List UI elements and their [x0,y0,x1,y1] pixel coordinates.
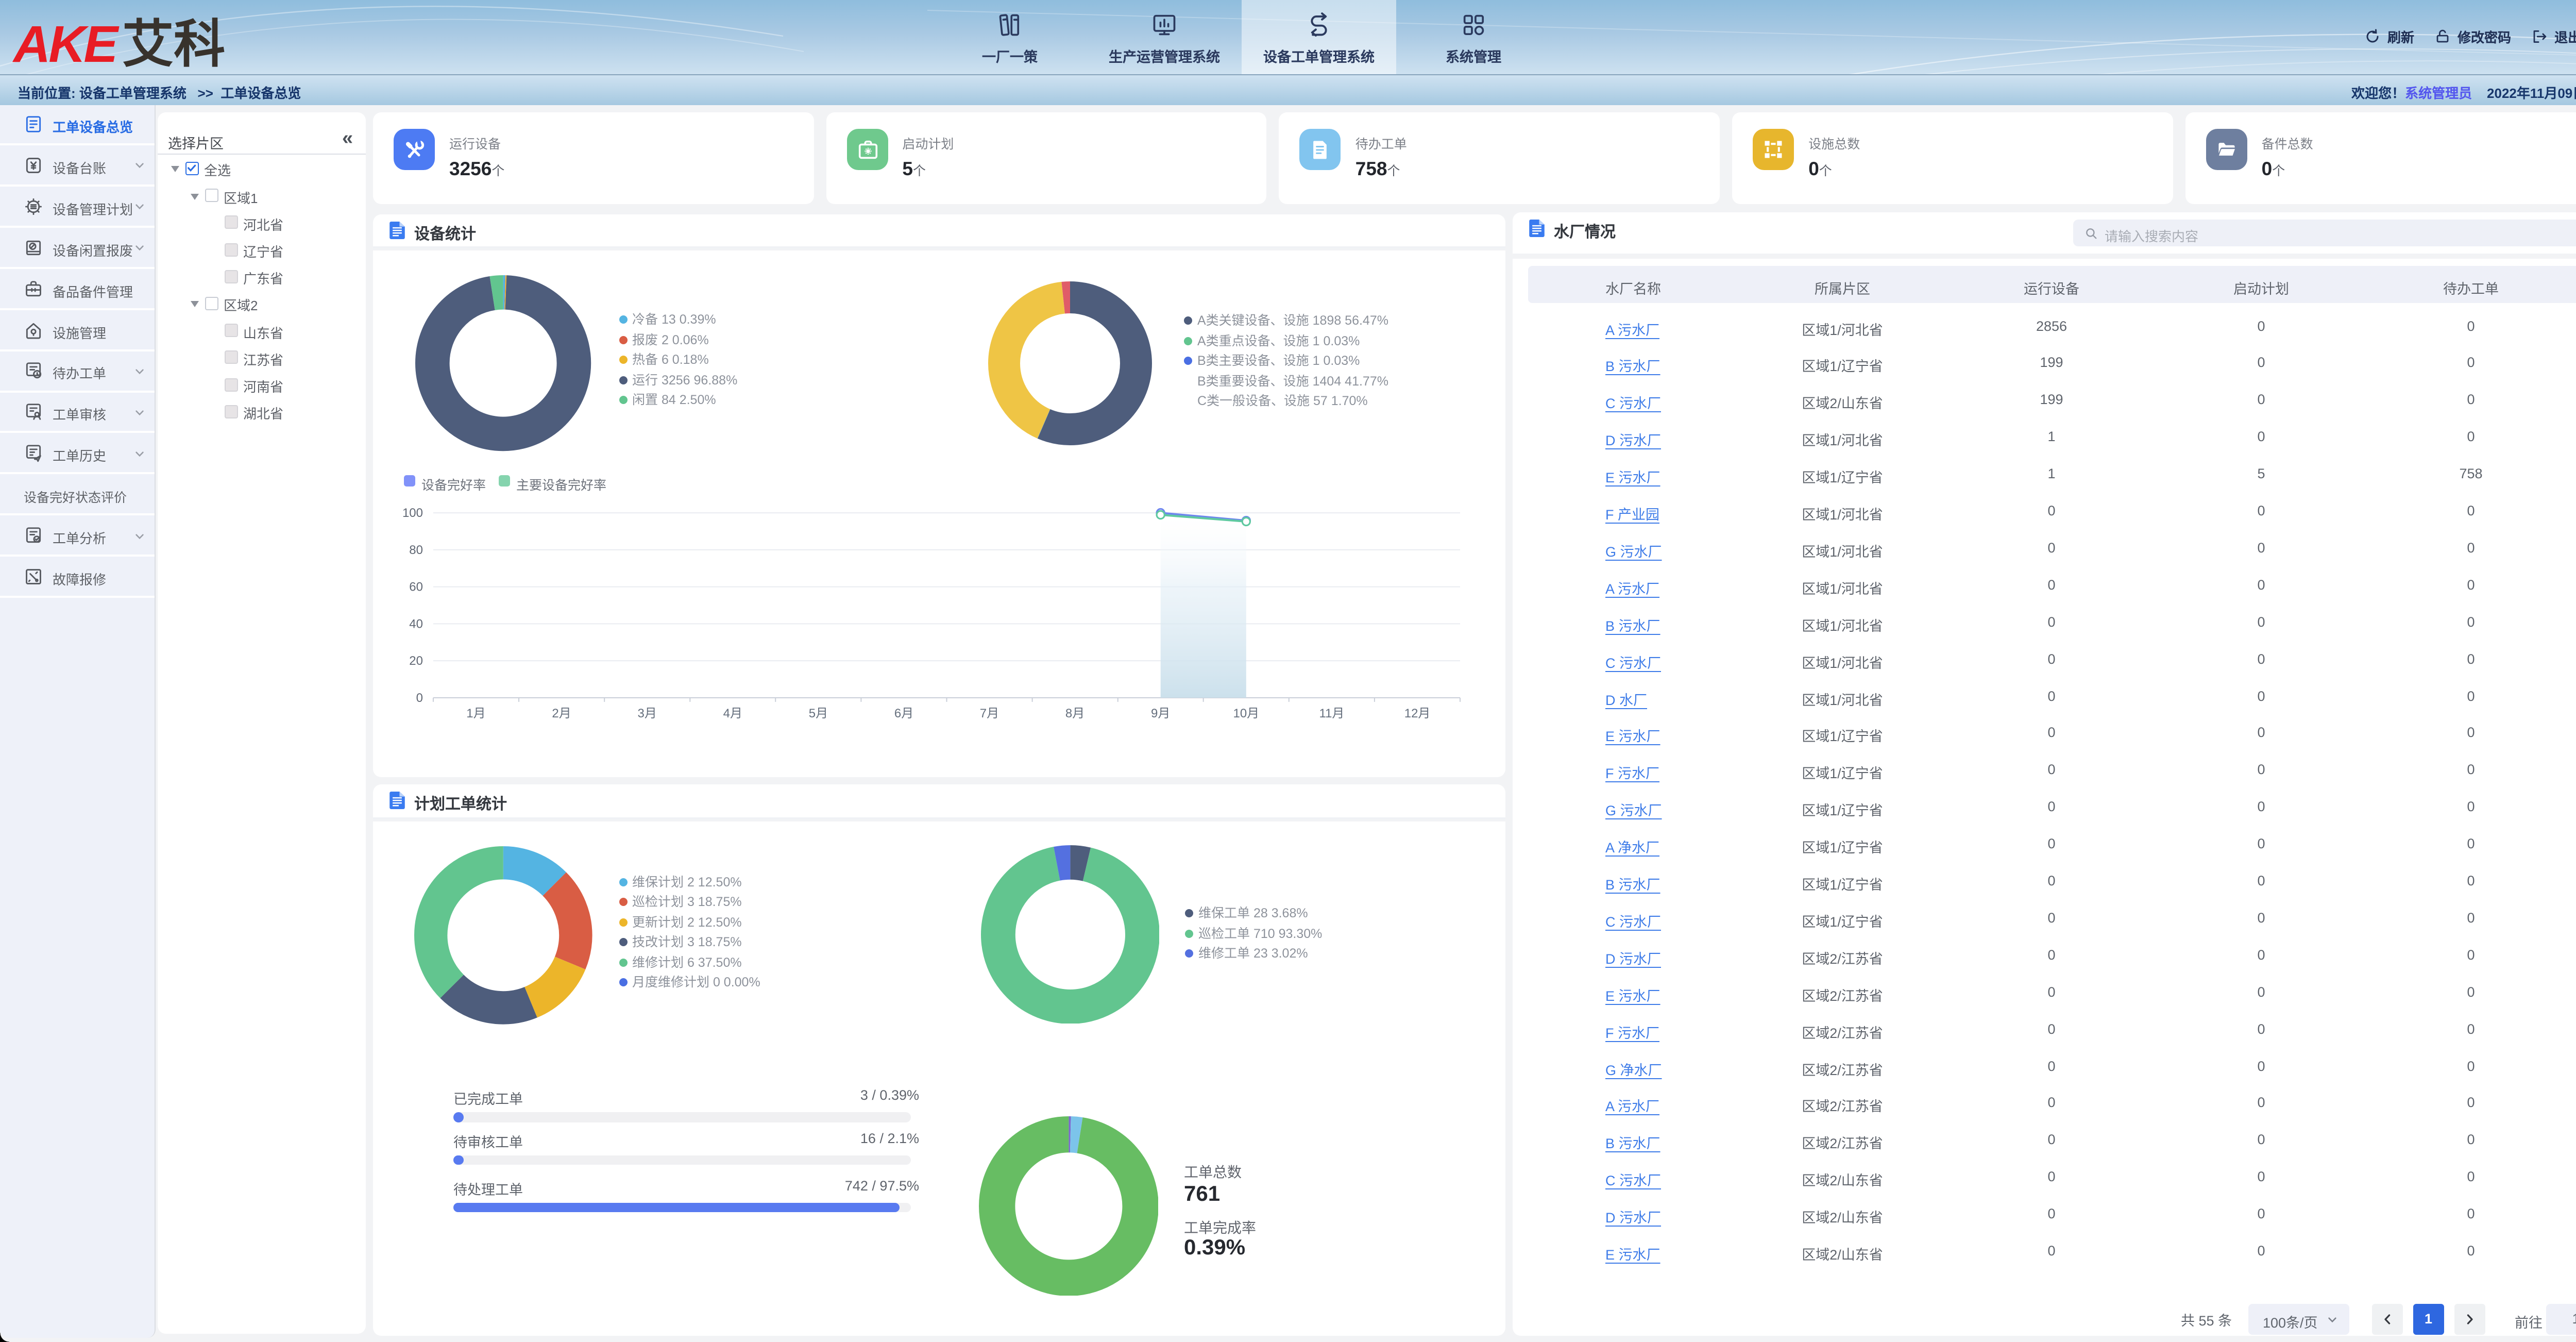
svg-text:60: 60 [409,580,423,594]
svg-text:4月: 4月 [723,707,742,720]
svg-text:1月: 1月 [466,707,485,720]
svg-text:20: 20 [409,654,423,668]
svg-text:40: 40 [409,617,423,631]
svg-text:7月: 7月 [980,707,999,720]
svg-text:100: 100 [402,506,423,520]
svg-text:5月: 5月 [809,707,828,720]
svg-text:11月: 11月 [1319,707,1345,720]
svg-text:0: 0 [416,691,423,705]
svg-text:6月: 6月 [894,707,913,720]
svg-text:12月: 12月 [1404,707,1431,720]
svg-text:3月: 3月 [638,707,657,720]
svg-text:80: 80 [409,543,423,557]
svg-text:10月: 10月 [1233,707,1260,720]
svg-text:8月: 8月 [1065,707,1084,720]
svg-text:9月: 9月 [1151,707,1170,720]
svg-text:2月: 2月 [552,707,571,720]
